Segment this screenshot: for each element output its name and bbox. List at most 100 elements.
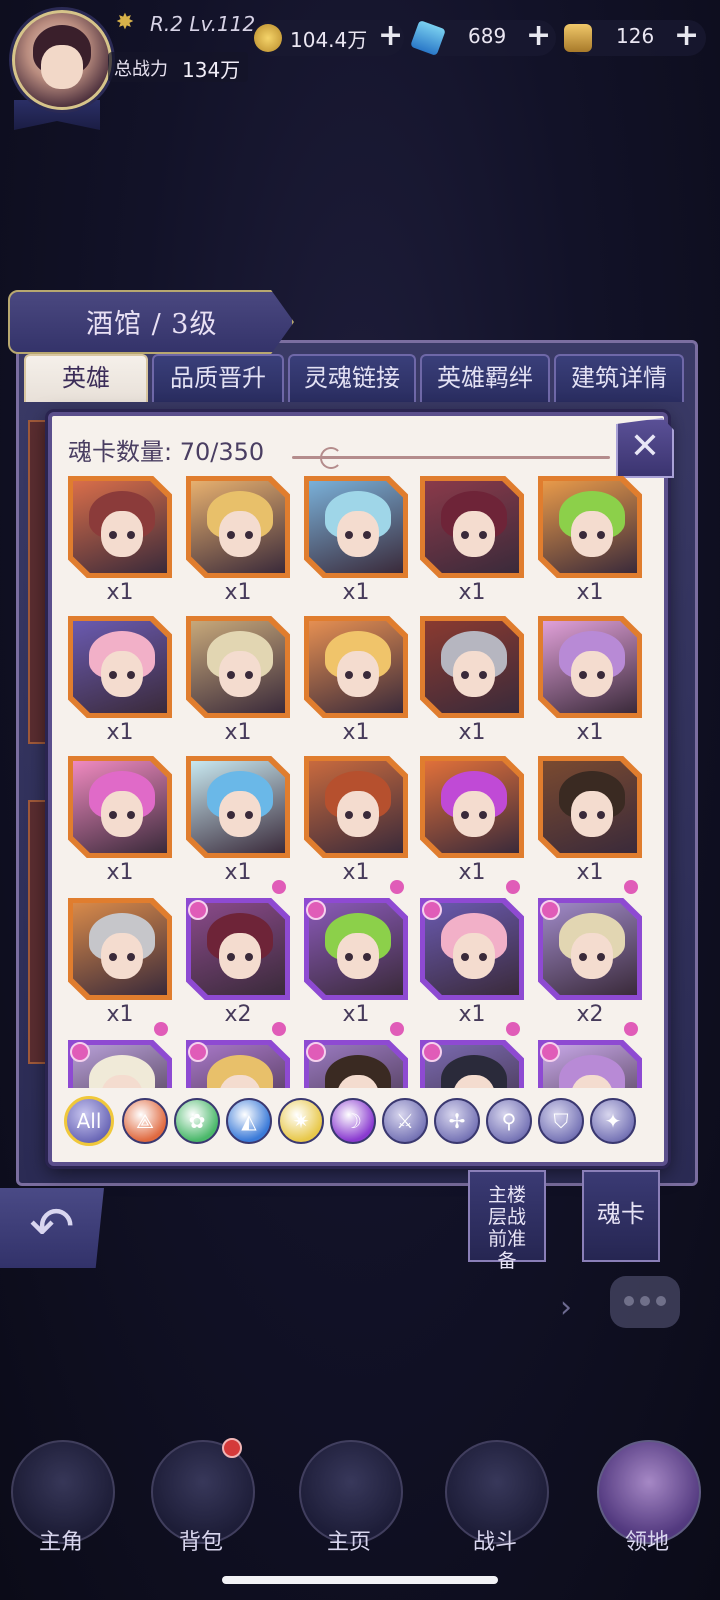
tab-soul-link[interactable]: 灵魂链接 <box>288 354 416 402</box>
rarity-gem-icon <box>272 1022 286 1036</box>
portrait-eye <box>245 531 253 539</box>
card-count: x1 <box>224 580 252 605</box>
portrait-eye <box>363 811 371 819</box>
ticket-value: 126 <box>616 24 655 48</box>
prepare-button-label: 主楼层战前准备 <box>487 1184 526 1272</box>
portrait-eye <box>127 811 135 819</box>
portrait-eye <box>479 953 487 961</box>
portrait-eye <box>109 811 117 819</box>
fire-element-icon[interactable]: ⟁ <box>122 1098 168 1144</box>
card-frame <box>304 756 408 858</box>
nav-hero[interactable]: 主角 <box>0 1420 126 1570</box>
close-icon[interactable]: ✕ <box>616 418 674 478</box>
tab-building-details[interactable]: 建筑详情 <box>554 354 684 402</box>
portrait-eye <box>363 531 371 539</box>
nav-home[interactable]: 主页 <box>284 1420 414 1570</box>
staff-class-icon[interactable]: ⚲ <box>486 1098 532 1144</box>
card-frame <box>420 476 524 578</box>
portrait-eye <box>227 953 235 961</box>
wings-class-icon[interactable]: ✦ <box>590 1098 636 1144</box>
portrait-eye <box>461 953 469 961</box>
portrait-face <box>219 651 261 697</box>
dark-element-icon[interactable]: ☽ <box>330 1098 376 1144</box>
prepare-button[interactable]: 主楼层战前准备 <box>468 1170 546 1272</box>
chat-icon[interactable] <box>610 1276 680 1328</box>
rarity-gem-icon <box>540 900 560 920</box>
portrait-face <box>101 651 143 697</box>
card-count: x1 <box>576 720 604 745</box>
add-ticket-button[interactable]: + <box>674 18 699 53</box>
portrait-face <box>571 933 613 979</box>
rarity-gem-icon <box>422 900 442 920</box>
portrait-eye <box>109 953 117 961</box>
portrait-eye <box>127 531 135 539</box>
hero-portrait <box>425 481 519 573</box>
hero-portrait <box>73 761 167 853</box>
rarity-gem-icon <box>306 900 326 920</box>
card-count: x1 <box>106 580 134 605</box>
card-count: x1 <box>458 720 486 745</box>
portrait-eye <box>363 953 371 961</box>
all-icon[interactable]: All <box>64 1096 114 1146</box>
return-icon[interactable]: ↶ <box>0 1188 104 1268</box>
card-frame <box>68 898 172 1000</box>
portrait-eye <box>127 671 135 679</box>
card-frame <box>304 476 408 578</box>
rarity-gem-icon <box>506 1022 520 1036</box>
add-crystal-button[interactable]: + <box>526 18 551 53</box>
portrait-face <box>337 791 379 837</box>
portrait-face <box>453 791 495 837</box>
tab-hero-bond[interactable]: 英雄羁绊 <box>420 354 550 402</box>
card-frame <box>68 616 172 718</box>
hero-portrait <box>309 621 403 713</box>
portrait-eye <box>479 671 487 679</box>
soul-card-button[interactable]: 魂卡 <box>582 1170 660 1262</box>
card-count: x1 <box>458 580 486 605</box>
portrait-eye <box>479 811 487 819</box>
portrait-eye <box>579 953 587 961</box>
tab-heroes[interactable]: 英雄 <box>24 354 148 402</box>
backpack-notification-dot <box>222 1438 242 1458</box>
card-frame <box>186 476 290 578</box>
hero-portrait <box>425 761 519 853</box>
card-frame <box>304 616 408 718</box>
portrait-eye <box>461 811 469 819</box>
add-gold-button[interactable]: + <box>378 18 403 53</box>
portrait-eye <box>597 531 605 539</box>
player-avatar[interactable] <box>12 10 112 110</box>
nav-battle[interactable]: 战斗 <box>430 1420 560 1570</box>
card-count: x1 <box>342 580 370 605</box>
portrait-eye <box>245 811 253 819</box>
water-element-icon[interactable]: ◭ <box>226 1098 272 1144</box>
portrait-face <box>571 651 613 697</box>
card-frame <box>420 756 524 858</box>
home-indicator[interactable] <box>222 1576 498 1584</box>
chevron-right-icon[interactable]: › <box>560 1290 572 1325</box>
card-count: x1 <box>576 580 604 605</box>
light-element-icon[interactable]: ✷ <box>278 1098 324 1144</box>
hero-portrait <box>309 481 403 573</box>
hero-portrait <box>73 481 167 573</box>
shuriken-class-icon[interactable]: ✢ <box>434 1098 480 1144</box>
nav-territory[interactable]: 领地 <box>582 1420 712 1570</box>
portrait-eye <box>345 671 353 679</box>
hero-portrait <box>543 761 637 853</box>
portrait-eye <box>579 671 587 679</box>
sword-class-icon[interactable]: ⚔ <box>382 1098 428 1144</box>
portrait-eye <box>227 671 235 679</box>
portrait-face <box>453 511 495 557</box>
rarity-gem-icon <box>390 880 404 894</box>
shield-class-icon[interactable]: ⛉ <box>538 1098 584 1144</box>
portrait-eye <box>245 953 253 961</box>
card-frame <box>186 756 290 858</box>
crystal-value: 689 <box>468 24 507 48</box>
hero-portrait <box>543 621 637 713</box>
portrait-eye <box>479 531 487 539</box>
wind-element-icon[interactable]: ✿ <box>174 1098 220 1144</box>
rarity-gem-icon <box>188 1042 208 1062</box>
nav-backpack[interactable]: 背包 <box>136 1420 266 1570</box>
portrait-eye <box>127 953 135 961</box>
portrait-eye <box>345 811 353 819</box>
portrait-face <box>337 511 379 557</box>
tab-quality-upgrade[interactable]: 品质晋升 <box>152 354 284 402</box>
